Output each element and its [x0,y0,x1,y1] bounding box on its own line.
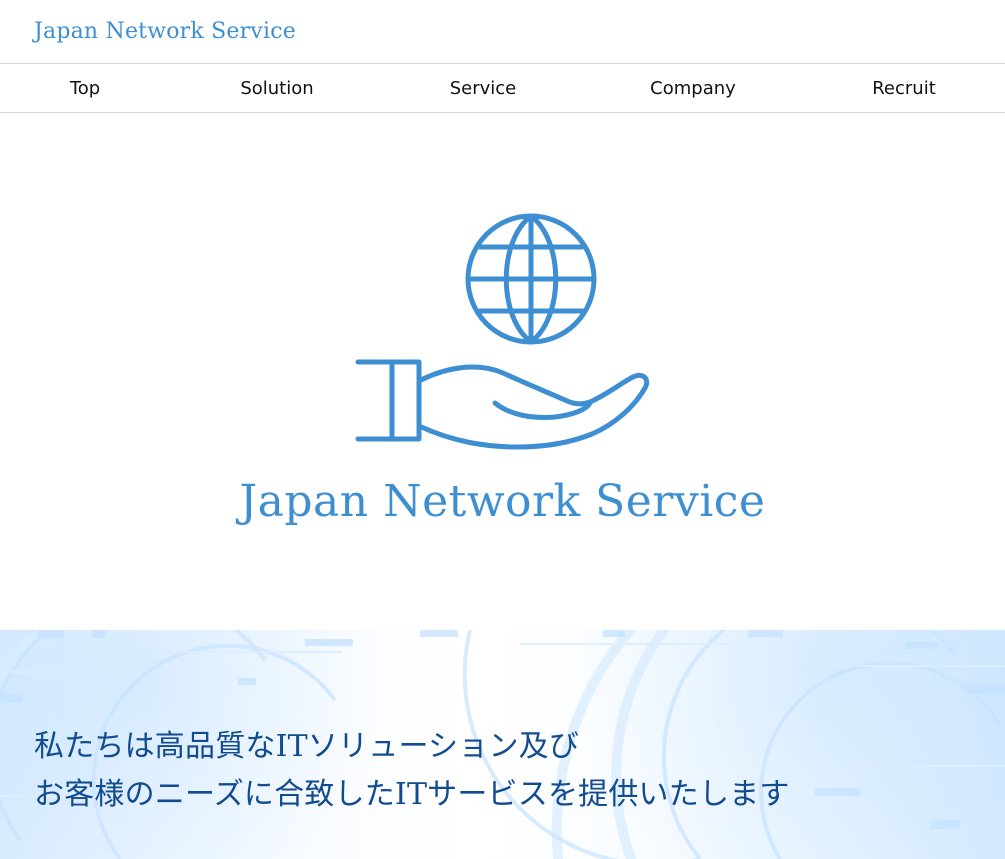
nav-item-top[interactable]: Top [70,64,100,112]
hero-title: Japan Network Service [239,476,766,527]
site-header: Japan Network Service [0,0,1005,64]
message-line-2: お客様のニーズに合致したITサービスを提供いたします [34,777,790,812]
company-message-section: 私たちは高品質なITソリューション及び お客様のニーズに合致したITサービスを提… [0,630,1005,859]
company-message: 私たちは高品質なITソリューション及び お客様のニーズに合致したITサービスを提… [34,723,790,819]
message-line-1: 私たちは高品質なITソリューション及び [34,729,580,764]
globe-in-hand-icon [355,213,650,450]
nav-item-recruit[interactable]: Recruit [872,64,936,112]
main-navigation: Top Solution Service Company Recruit [0,64,1005,113]
nav-item-service[interactable]: Service [450,64,517,112]
hero-section: Japan Network Service [0,113,1005,630]
nav-item-solution[interactable]: Solution [240,64,313,112]
nav-item-company[interactable]: Company [650,64,736,112]
site-brand[interactable]: Japan Network Service [34,19,296,44]
